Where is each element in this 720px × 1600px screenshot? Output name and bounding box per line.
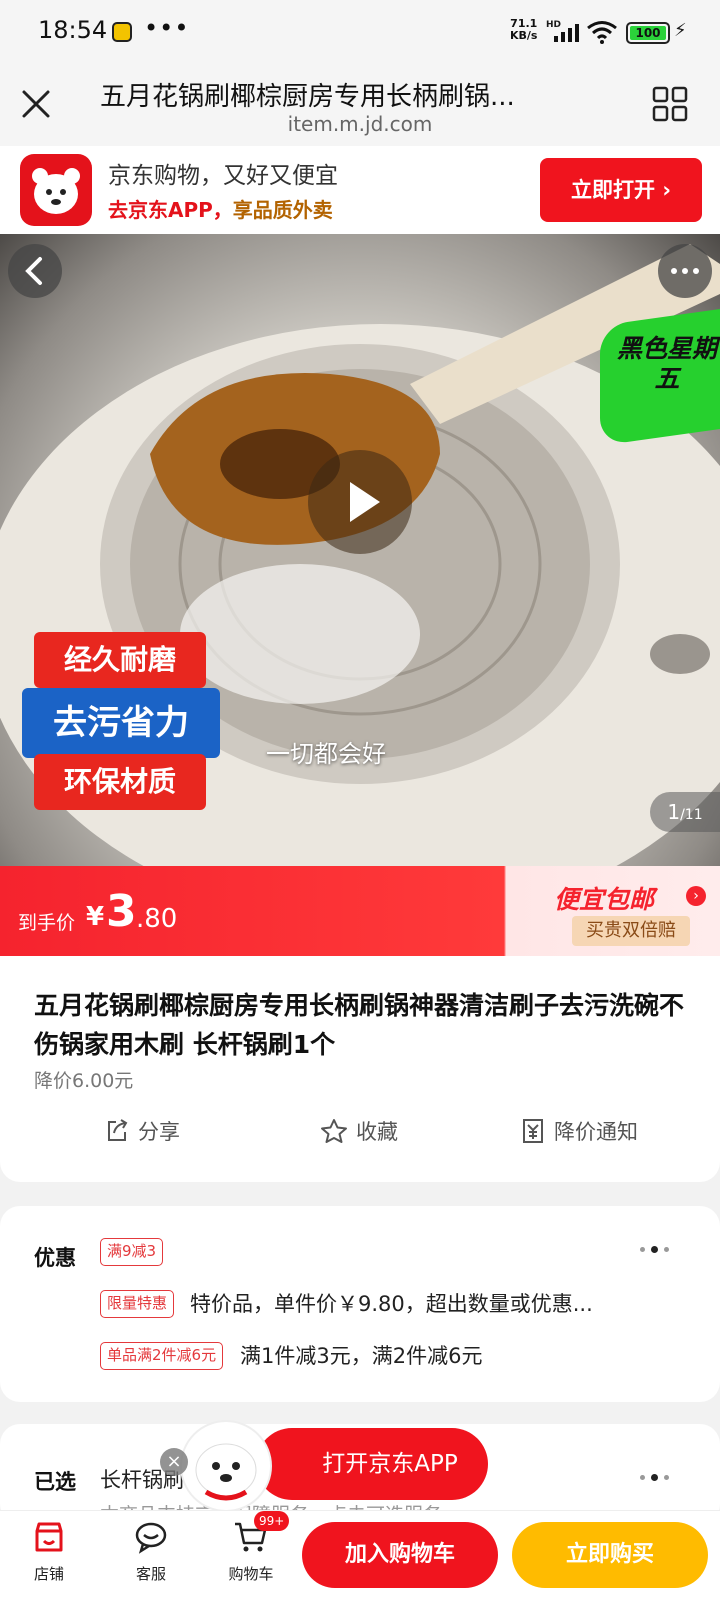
app-notification-icon xyxy=(112,22,132,42)
price-alert-button[interactable]: 降价通知 xyxy=(520,1116,638,1146)
selected-label: 已选 xyxy=(34,1470,76,1494)
banner-highlight: 享品质外卖 xyxy=(232,198,333,222)
open-app-button[interactable]: 立即打开 › xyxy=(540,158,702,222)
nav-cart-label: 购物车 xyxy=(228,1565,274,1583)
product-image-carousel[interactable]: 黑色星期五 经久耐磨 去污省力 环保材质 一切都会好 1/11 xyxy=(0,234,720,866)
price-tag-icon xyxy=(523,1119,543,1143)
limited-offer-chip: 限量特惠 xyxy=(100,1290,175,1318)
favorite-button[interactable]: 收藏 xyxy=(320,1116,398,1146)
share-label: 分享 xyxy=(138,1120,180,1144)
star-icon xyxy=(321,1119,347,1143)
play-video-button[interactable] xyxy=(308,450,412,554)
nav-service-label: 客服 xyxy=(135,1565,166,1583)
shop-icon xyxy=(35,1522,63,1552)
share-button[interactable]: 分享 xyxy=(104,1116,180,1146)
promotions-card[interactable]: 优惠 满9减3 限量特惠 特价品，单件价￥9.80，超出数量或优惠... 单品满… xyxy=(0,1206,720,1402)
nav-shop-label: 店铺 xyxy=(33,1565,64,1583)
nav-customer-service[interactable]: 客服 xyxy=(116,1519,186,1584)
more-notifications-icon: ••• xyxy=(144,14,190,42)
battery-icon: 100 xyxy=(626,22,670,44)
price-guarantee-badge: 买贵双倍赔 xyxy=(572,916,690,946)
buy-now-button[interactable]: 立即购买 xyxy=(512,1522,708,1588)
favorite-label: 收藏 xyxy=(356,1120,398,1144)
chevron-right-icon: › xyxy=(662,178,671,202)
cart-count-badge: 99+ xyxy=(254,1511,290,1531)
video-caption: 一切都会好 xyxy=(266,740,386,768)
signal-icon xyxy=(554,24,579,42)
feature-badge-cleaning: 去污省力 xyxy=(22,688,220,758)
charging-icon: ⚡ xyxy=(674,20,687,41)
network-speed-unit: KB/s xyxy=(510,29,538,42)
more-promotions-icon[interactable] xyxy=(640,1244,680,1254)
product-title: 五月花锅刷椰棕厨房专用长柄刷锅神器清洁刷子去污洗碗不伤锅家用木刷 长杆锅刷1个 xyxy=(34,991,685,1059)
promotions-label: 优惠 xyxy=(34,1246,76,1270)
black-friday-text: 黑色星期五 xyxy=(616,334,717,393)
jd-logo-icon xyxy=(20,154,92,226)
currency-symbol: ¥ xyxy=(86,902,105,932)
banner-subtitle: 去京东APP，享品质外卖 xyxy=(108,198,333,222)
feature-badge-durable: 经久耐磨 xyxy=(34,632,206,688)
image-pager: 1/11 xyxy=(650,792,720,832)
chat-icon xyxy=(135,1522,167,1554)
nav-shop[interactable]: 店铺 xyxy=(14,1519,84,1584)
status-time: 18:54 xyxy=(38,16,108,44)
page-url: item.m.jd.com xyxy=(287,112,433,136)
app-promo-banner[interactable]: 京东购物，又好又便宜 去京东APP，享品质外卖 立即打开 › xyxy=(0,146,720,234)
share-icon xyxy=(108,1119,128,1141)
chevron-right-icon[interactable]: › xyxy=(686,886,706,906)
status-bar: 18:54 ••• 71.1 KB/s HD 100 ⚡ xyxy=(0,0,720,64)
limited-offer-text: 特价品，单件价￥9.80，超出数量或优惠... xyxy=(190,1292,593,1316)
banner-slogan: 京东购物，又好又便宜 xyxy=(108,163,338,189)
grid-menu-icon[interactable] xyxy=(652,86,688,122)
price-decimal: .80 xyxy=(136,904,178,934)
network-speed: 71.1 KB/s xyxy=(510,18,537,42)
price-integer: 3 xyxy=(106,886,137,937)
price-drop-text: 降价6.00元 xyxy=(34,1070,134,1092)
wifi-icon xyxy=(587,21,617,44)
product-info-card: 五月花锅刷椰棕厨房专用长柄刷锅神器清洁刷子去污洗碗不伤锅家用木刷 长杆锅刷1个 … xyxy=(0,956,720,1182)
jd-mascot-icon xyxy=(180,1420,272,1512)
browser-title-bar: 五月花锅刷椰棕厨房专用长柄刷锅... item.m.jd.com xyxy=(0,64,720,146)
more-options-button[interactable] xyxy=(658,244,712,298)
feature-badge-eco: 环保材质 xyxy=(34,754,206,810)
more-variants-icon[interactable] xyxy=(640,1472,680,1482)
battery-level: 100 xyxy=(630,26,666,40)
bundle-discount-chip: 单品满2件减6元 xyxy=(100,1342,224,1370)
back-button[interactable] xyxy=(8,244,62,298)
coupon-chip[interactable]: 满9减3 xyxy=(100,1238,164,1266)
floating-open-app-button[interactable]: 打开京东APP xyxy=(256,1428,488,1500)
close-floating-button[interactable]: × xyxy=(160,1448,188,1476)
page-title: 五月花锅刷椰棕厨房专用长柄刷锅... xyxy=(100,82,515,112)
free-shipping-promo[interactable]: 便宜包邮 xyxy=(554,880,654,916)
add-to-cart-button[interactable]: 加入购物车 xyxy=(302,1522,498,1588)
price-alert-label: 降价通知 xyxy=(554,1120,638,1144)
price-bar: 到手价 ¥ 3 .80 便宜包邮 › 买贵双倍赔 xyxy=(0,866,720,956)
final-price-label: 到手价 xyxy=(18,912,76,934)
bundle-discount-text: 满1件减3元，满2件减6元 xyxy=(240,1344,483,1368)
